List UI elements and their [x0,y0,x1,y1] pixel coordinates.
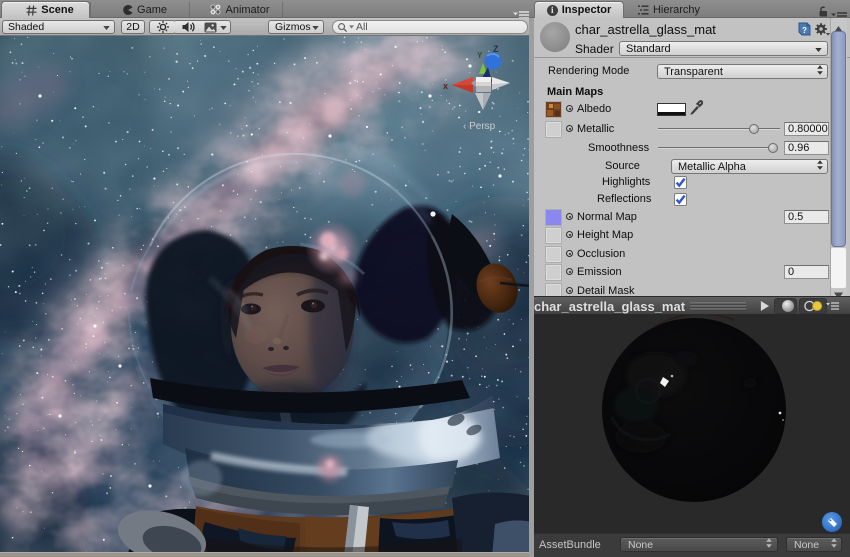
svg-text:Z: Z [493,44,499,54]
svg-text:x: x [443,81,448,91]
svg-text:?: ? [802,26,807,35]
svg-text:Y: Y [477,51,483,60]
svg-text:‹ Persp: ‹ Persp [463,121,496,132]
